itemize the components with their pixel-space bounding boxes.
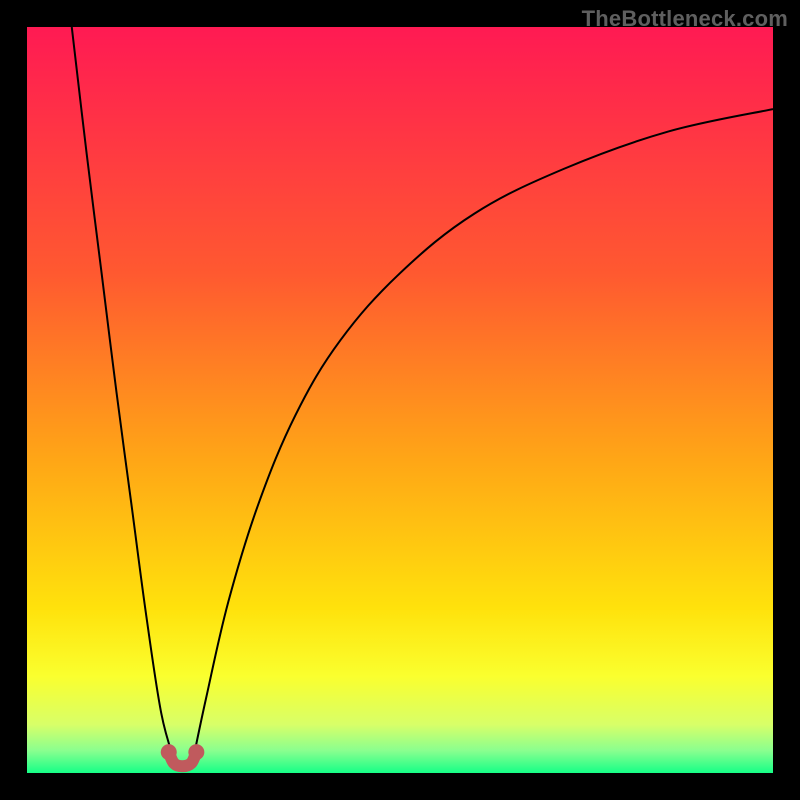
plot-area — [27, 27, 773, 773]
outer-frame: TheBottleneck.com — [0, 0, 800, 800]
bottleneck-curve — [72, 27, 773, 762]
watermark-text: TheBottleneck.com — [582, 6, 788, 32]
valley-marker — [161, 744, 205, 766]
curve-left-branch — [72, 27, 175, 762]
chart-svg — [27, 27, 773, 773]
curve-right-branch — [193, 109, 773, 762]
